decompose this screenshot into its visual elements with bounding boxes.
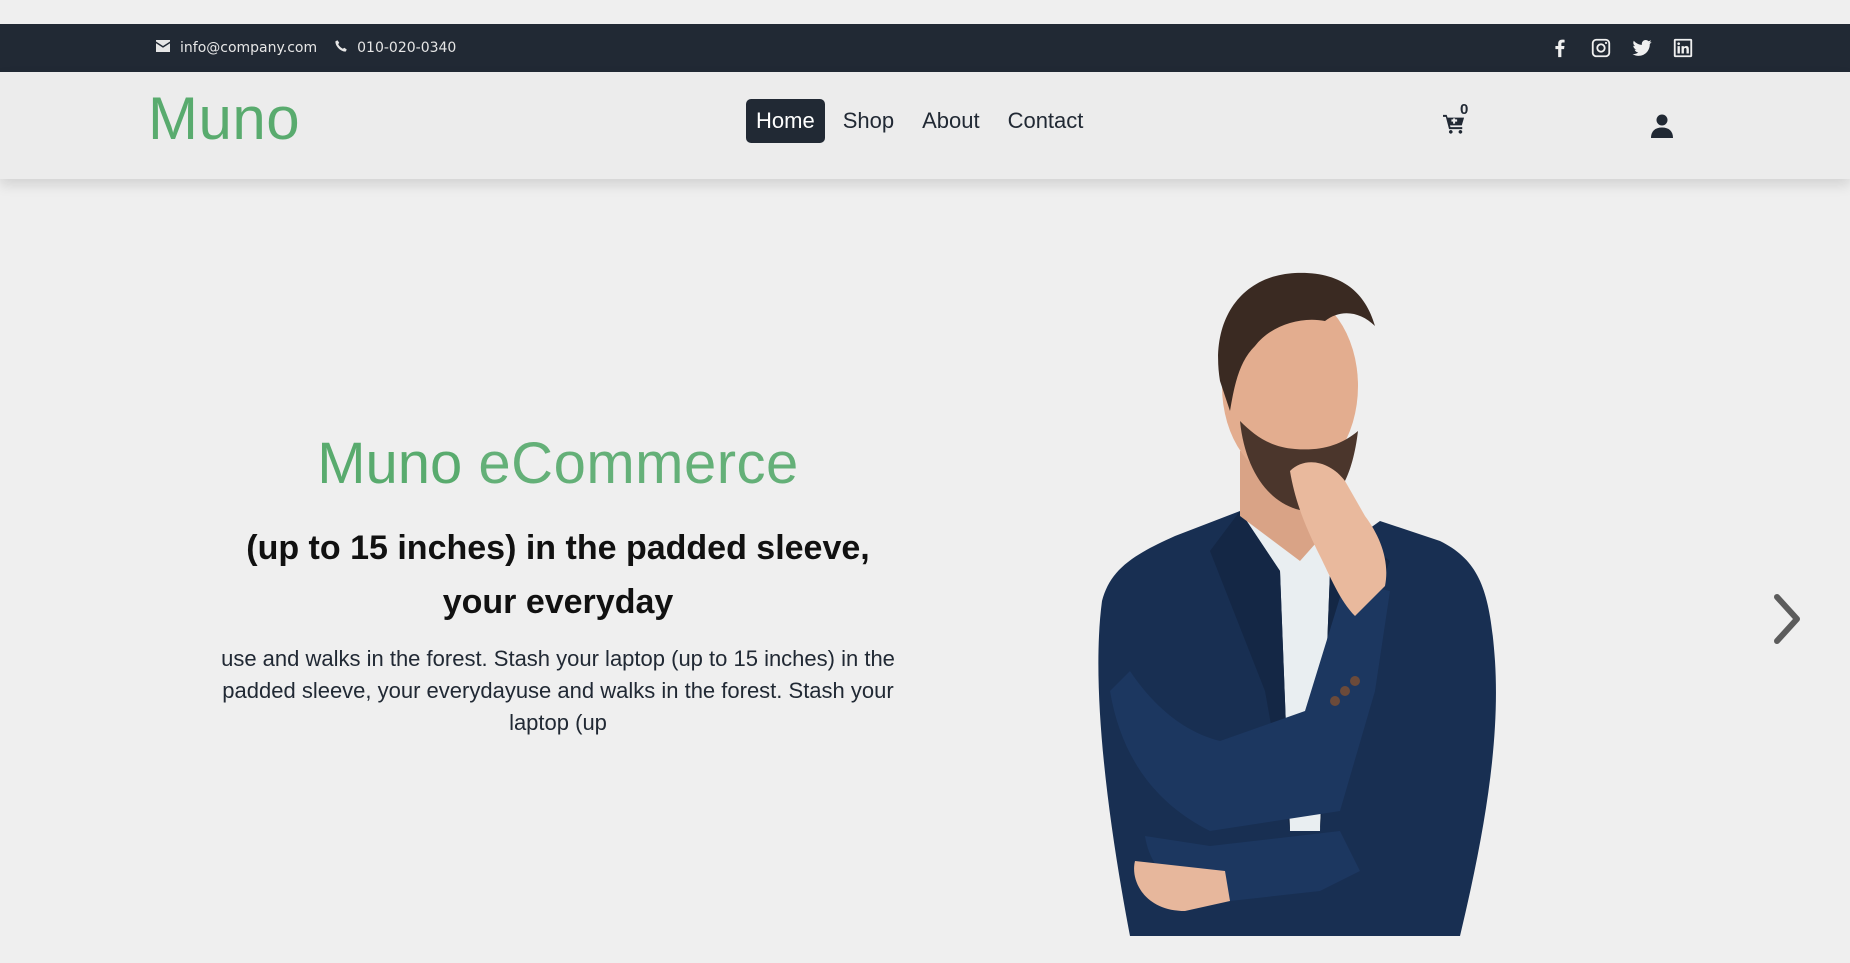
nav-shop[interactable]: Shop	[833, 99, 904, 143]
hero-subtitle: (up to 15 inches) in the padded sleeve, …	[246, 528, 870, 621]
facebook-icon[interactable]	[1548, 36, 1572, 60]
email-contact[interactable]: info@company.com	[156, 40, 317, 56]
nav-about[interactable]: About	[912, 99, 990, 143]
user-icon	[1651, 114, 1673, 142]
top-spacer	[0, 0, 1850, 24]
chevron-right-icon	[1770, 594, 1804, 651]
phone-text[interactable]: 010-020-0340	[357, 40, 456, 56]
linkedin-icon[interactable]	[1671, 36, 1695, 60]
hero-model-image	[1090, 271, 1560, 936]
email-text[interactable]: info@company.com	[180, 40, 317, 56]
main-header: Muno Home Shop About Contact 0	[0, 72, 1850, 179]
user-account-button[interactable]	[1651, 114, 1675, 140]
hero-carousel: Muno eCommerce (up to 15 inches) in the …	[0, 179, 1850, 963]
hero-description: use and walks in the forest. Stash your …	[221, 645, 895, 735]
phone-icon	[335, 40, 347, 56]
hero-title-brand: Muno	[317, 431, 463, 496]
hero-title: Muno eCommerce	[190, 429, 926, 499]
instagram-icon[interactable]	[1589, 36, 1613, 60]
envelope-icon	[156, 40, 170, 56]
nav-contact[interactable]: Contact	[998, 99, 1094, 143]
carousel-next-button[interactable]	[1770, 591, 1804, 647]
hero-title-suffix: eCommerce	[478, 431, 799, 496]
hero-text-block: Muno eCommerce (up to 15 inches) in the …	[190, 429, 926, 739]
top-info-bar: info@company.com 010-020-0340	[0, 24, 1850, 72]
nav-home[interactable]: Home	[746, 99, 825, 143]
phone-contact[interactable]: 010-020-0340	[335, 40, 456, 56]
contact-info: info@company.com 010-020-0340	[156, 24, 466, 72]
main-nav: Home Shop About Contact	[746, 99, 1093, 143]
cart-count-badge: 0	[1460, 101, 1469, 118]
social-links	[1548, 24, 1695, 72]
twitter-icon[interactable]	[1630, 36, 1654, 60]
site-logo[interactable]: Muno	[148, 84, 300, 153]
